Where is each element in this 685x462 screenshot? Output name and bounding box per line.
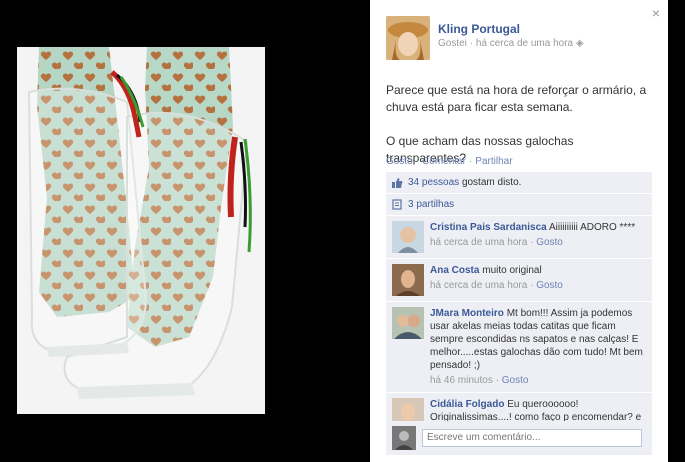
- comment-like-link[interactable]: Gosto: [502, 375, 529, 386]
- post-author: Kling Portugal Gostei · há cerca de uma …: [386, 16, 584, 60]
- post-photo[interactable]: [17, 47, 265, 414]
- thumbs-up-icon: [392, 178, 403, 188]
- post-text-line1: Parece que está na hora de reforçar o ar…: [386, 83, 647, 114]
- rain-boots-photo: [17, 47, 265, 414]
- share-icon: [392, 199, 402, 210]
- feedback-box: 34 pessoas gostam disto. 3 partilhas Cri…: [386, 172, 652, 443]
- post-meta: Gostei · há cerca de uma hora ◈: [438, 38, 584, 49]
- post-timestamp[interactable]: há cerca de uma hora: [476, 38, 573, 49]
- page-name[interactable]: Kling Portugal: [438, 22, 584, 36]
- meta-separator: ·: [530, 237, 534, 248]
- shares-row: 3 partilhas: [386, 194, 652, 216]
- comment-text: muito original: [482, 265, 542, 276]
- likes-row: 34 pessoas gostam disto.: [386, 172, 652, 194]
- action-separator: ·: [468, 156, 473, 167]
- comment-time[interactable]: há cerca de uma hora: [430, 237, 527, 248]
- comment-item: Cristina Pais Sardanisca Aiiiiiiiiii ADO…: [386, 216, 652, 259]
- comment-item: JMara Monteiro Mt bom!!! Assim ja podemo…: [386, 302, 652, 393]
- commenter-avatar[interactable]: [392, 307, 424, 339]
- like-link[interactable]: Gosto: [386, 156, 413, 167]
- comment-like-link[interactable]: Gosto: [536, 280, 563, 291]
- globe-icon: ◈: [575, 38, 584, 49]
- liked-label[interactable]: Gostei: [438, 38, 467, 49]
- likes-suffix: gostam disto.: [461, 177, 522, 188]
- comment-time[interactable]: há 46 minutos: [430, 375, 493, 386]
- meta-separator: ·: [530, 280, 534, 291]
- likes-count-link[interactable]: 34 pessoas: [408, 177, 459, 188]
- commenter-name[interactable]: Cidália Folgado: [430, 399, 504, 410]
- comment-meta: há cerca de uma hora · Gosto: [430, 279, 563, 292]
- close-icon[interactable]: ×: [652, 6, 660, 20]
- post-panel: × Kling Portugal Gostei · há cerca de um…: [370, 0, 668, 462]
- commenter-avatar[interactable]: [392, 264, 424, 296]
- commenter-name[interactable]: Ana Costa: [430, 265, 479, 276]
- page-avatar[interactable]: [386, 16, 430, 60]
- meta-separator: ·: [469, 38, 474, 49]
- comment-input[interactable]: Escreve um comentário...: [422, 429, 642, 447]
- post-actions: Gosto · Comentar · Partilhar: [386, 156, 513, 167]
- action-separator: ·: [415, 156, 420, 167]
- comment-time[interactable]: há cerca de uma hora: [430, 280, 527, 291]
- share-link[interactable]: Partilhar: [475, 156, 512, 167]
- meta-separator: ·: [495, 375, 499, 386]
- commenter-name[interactable]: JMara Monteiro: [430, 308, 504, 319]
- shares-link[interactable]: 3 partilhas: [408, 199, 454, 210]
- comment-composer: Escreve um comentário...: [386, 421, 652, 455]
- comment-link[interactable]: Comentar: [422, 156, 466, 167]
- comment-meta: há cerca de uma hora · Gosto: [430, 236, 635, 249]
- comment-item: Ana Costa muito original há cerca de uma…: [386, 259, 652, 302]
- comment-meta: há 46 minutos · Gosto: [430, 374, 646, 387]
- post-body: Parece que está na hora de reforçar o ar…: [386, 82, 654, 184]
- commenter-name[interactable]: Cristina Pais Sardanisca: [430, 222, 547, 233]
- viewer-avatar: [392, 426, 416, 450]
- commenter-avatar[interactable]: [392, 221, 424, 253]
- comment-like-link[interactable]: Gosto: [536, 237, 563, 248]
- comment-text: Aiiiiiiiiii ADORO ****: [548, 222, 636, 233]
